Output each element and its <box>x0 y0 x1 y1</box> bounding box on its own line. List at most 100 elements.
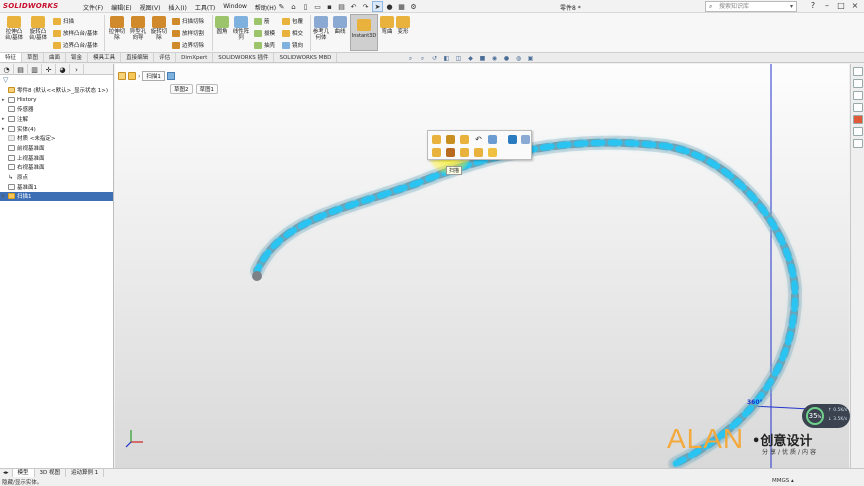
tree-item-part[interactable]: 零件8 (默认<<默认>_显示状态 1>) <box>0 85 113 95</box>
rollback-icon[interactable]: ↶ <box>474 135 483 144</box>
zoom-area-icon[interactable]: ⌕ <box>418 55 427 63</box>
tree-item-front-plane[interactable]: 前视基准面 <box>0 143 113 153</box>
property-manager-tab-icon[interactable]: ▤ <box>14 64 28 75</box>
boundary-boss-button[interactable]: 边界凸台/基体 <box>53 41 98 49</box>
tree-item-right-plane[interactable]: 右视基准面 <box>0 163 113 173</box>
dimxpert-manager-tab-icon[interactable]: ✛ <box>42 64 56 75</box>
cut-loft-button[interactable]: 放样切割 <box>172 29 204 37</box>
panel-expand-icon[interactable]: › <box>70 64 84 75</box>
edit-appearance-icon[interactable]: ● <box>502 55 511 63</box>
view-selector-icon[interactable] <box>508 135 517 144</box>
tree-item-sweep1[interactable]: ▸ 扫描1 <box>0 191 113 202</box>
print-icon[interactable]: ▤ <box>336 1 347 12</box>
home-icon[interactable]: ⌂ <box>288 1 299 12</box>
tab-evaluate[interactable]: 评估 <box>154 53 177 62</box>
transparency-icon[interactable] <box>488 148 497 157</box>
hide-show-items-icon[interactable]: ◉ <box>490 55 499 63</box>
configuration-manager-tab-icon[interactable]: ▥ <box>28 64 42 75</box>
curves-button[interactable]: 曲线 <box>332 16 348 35</box>
custom-properties-icon[interactable] <box>853 127 863 136</box>
tree-item-top-plane[interactable]: 上视基准面 <box>0 153 113 163</box>
isolate-icon[interactable] <box>474 148 483 157</box>
boss-extrude-button[interactable]: 拉伸凸台/基体 <box>3 16 25 41</box>
sweep-edit-icon[interactable] <box>446 148 455 157</box>
file-properties-icon[interactable]: ▦ <box>396 1 407 12</box>
reference-geometry-button[interactable]: 参考几何体 <box>312 16 330 41</box>
section-view-icon[interactable]: ◧ <box>442 55 451 63</box>
tree-item-plane1[interactable]: 基准面1 <box>0 182 113 192</box>
new-document-icon[interactable]: ▯ <box>300 1 311 12</box>
tree-item-material[interactable]: 材质 <未指定> <box>0 133 113 143</box>
cut-extrude-button[interactable]: 拉伸切除 <box>107 16 127 41</box>
appearance-icon[interactable] <box>488 135 497 144</box>
graphics-area[interactable]: › 扫描1 草图2 草图1 360° <box>115 64 849 468</box>
zoom-selection-icon[interactable] <box>460 148 469 157</box>
zoom-to-fit-icon[interactable]: ⌕ <box>406 55 415 63</box>
forum-icon[interactable] <box>853 139 863 148</box>
display-style-icon[interactable]: ■ <box>478 55 487 63</box>
loft-boss-button[interactable]: 放样凸台/基体 <box>53 29 98 37</box>
options-gear-icon[interactable]: ⚙ <box>408 1 419 12</box>
breadcrumb-item[interactable]: 扫描1 <box>142 71 165 81</box>
cut-boundary-button[interactable]: 边界切除 <box>172 41 204 49</box>
close-icon[interactable]: × <box>848 0 862 12</box>
flex-button[interactable]: 弯曲 <box>380 16 394 35</box>
tab-sketch[interactable]: 草图 <box>22 53 45 62</box>
tab-model[interactable]: 模型 <box>12 469 35 477</box>
hide-body-icon[interactable] <box>432 148 441 157</box>
mirror-button[interactable]: 镜向 <box>282 41 303 49</box>
feature-manager-tab-icon[interactable]: ◔ <box>0 64 14 75</box>
body-breadcrumb-icon[interactable] <box>166 72 175 80</box>
view-palette-icon[interactable] <box>853 103 863 112</box>
tab-3d-views[interactable]: 3D 视图 <box>35 469 67 477</box>
design-library-icon[interactable] <box>853 79 863 88</box>
undo-icon[interactable]: ↶ <box>348 1 359 12</box>
deform-button[interactable]: 变形 <box>396 16 410 35</box>
tree-item-sensors[interactable]: 传感器 <box>0 104 113 114</box>
intersect-button[interactable]: 相交 <box>282 29 303 37</box>
rib-button[interactable]: 筋 <box>254 17 270 25</box>
feature-breadcrumb-icon[interactable] <box>128 72 136 80</box>
shell-button[interactable]: 抽壳 <box>254 41 275 49</box>
apply-scene-icon[interactable]: ◍ <box>514 55 523 63</box>
tree-item-origin[interactable]: ↳ 原点 <box>0 172 113 182</box>
display-manager-tab-icon[interactable]: ◕ <box>56 64 70 75</box>
tab-sheet-metal[interactable]: 钣金 <box>66 53 89 62</box>
hole-wizard-button[interactable]: 异型孔向导 <box>128 16 148 41</box>
tab-dimxpert[interactable]: DimXpert <box>176 53 214 62</box>
edit-feature-icon[interactable] <box>432 135 441 144</box>
redo-icon[interactable]: ↷ <box>360 1 371 12</box>
appearances-icon[interactable] <box>853 115 863 124</box>
fillet-button[interactable]: 圆角 <box>214 16 230 35</box>
menu-file[interactable]: 文件(F) <box>80 3 106 12</box>
dynamic-annotation-icon[interactable]: ◫ <box>454 55 463 63</box>
dropdown-chevron-icon[interactable]: ▾ <box>790 2 793 11</box>
unit-system-selector[interactable]: MMGS ▴ <box>772 478 794 484</box>
tab-solidworks-mbd[interactable]: SOLIDWORKS MBD <box>274 53 338 62</box>
tree-item-history[interactable]: ▸ History <box>0 95 113 105</box>
previous-view-icon[interactable]: ↺ <box>430 55 439 63</box>
save-icon[interactable]: ▪ <box>324 1 335 12</box>
menu-edit[interactable]: 编辑(E) <box>108 3 134 12</box>
instant3d-button[interactable]: Instant3D <box>350 14 378 51</box>
tab-direct-editing[interactable]: 直接编辑 <box>121 53 155 62</box>
menu-view[interactable]: 视图(V) <box>137 3 164 12</box>
maximize-icon[interactable]: □ <box>834 0 848 12</box>
minimize-icon[interactable]: – <box>820 0 834 12</box>
rebuild-icon[interactable]: ● <box>384 1 395 12</box>
menu-tools[interactable]: 工具(T) <box>192 3 218 12</box>
draft-button[interactable]: 拔模 <box>254 29 275 37</box>
tab-mold-tools[interactable]: 模具工具 <box>88 53 122 62</box>
suppress-icon[interactable] <box>460 135 469 144</box>
part-breadcrumb-icon[interactable] <box>118 72 126 80</box>
view-orientation-icon[interactable]: ◆ <box>466 55 475 63</box>
edit-sketch-icon[interactable] <box>446 135 455 144</box>
help-icon[interactable]: ? <box>806 0 820 12</box>
menu-window[interactable]: Window <box>220 3 250 12</box>
tree-item-solid-bodies[interactable]: ▸ 实体(4) <box>0 124 113 134</box>
filter-icon[interactable]: ▽ <box>0 75 113 85</box>
boss-revolve-button[interactable]: 旋转凸台/基体 <box>27 16 49 41</box>
tab-surfaces[interactable]: 曲面 <box>44 53 67 62</box>
tree-item-annotations[interactable]: ▸ 注解 <box>0 114 113 124</box>
breadcrumb-sketch2[interactable]: 草图2 <box>170 84 193 94</box>
